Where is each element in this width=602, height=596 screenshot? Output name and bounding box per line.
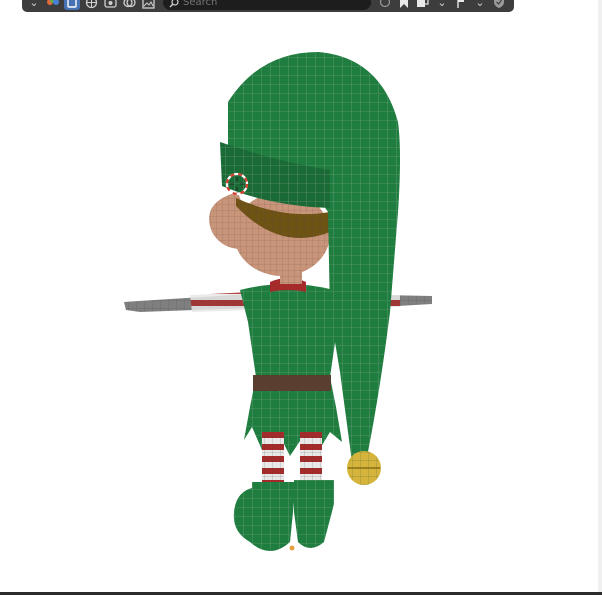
overlay-icon[interactable] <box>121 0 137 10</box>
render-icon[interactable] <box>102 0 118 10</box>
search-icon <box>169 0 179 12</box>
image-icon[interactable] <box>140 0 156 10</box>
bookmark-icon[interactable] <box>396 0 412 10</box>
3d-viewport[interactable] <box>0 12 602 592</box>
collection-icon[interactable] <box>415 0 431 10</box>
chevron-down-icon[interactable]: ⌄ <box>26 0 42 10</box>
clipboard-icon[interactable] <box>64 0 80 10</box>
globe-icon[interactable] <box>83 0 99 10</box>
shield-icon[interactable] <box>491 0 507 10</box>
viewport-header: ⌄ ⌄ ⌄ <box>22 0 514 12</box>
bell-icon <box>347 451 381 485</box>
viewport-edge <box>598 0 602 592</box>
circle-icon[interactable] <box>377 0 393 10</box>
chevron-down-icon[interactable]: ⌄ <box>472 0 488 10</box>
chevron-down-icon[interactable]: ⌄ <box>434 0 450 10</box>
color-palette-icon[interactable] <box>45 0 61 10</box>
flag-icon[interactable] <box>453 0 469 10</box>
elf-model[interactable] <box>0 12 602 592</box>
search-input[interactable] <box>179 0 363 8</box>
search-field[interactable] <box>163 0 371 10</box>
elf-boots <box>233 480 334 551</box>
elf-tunic <box>240 278 342 456</box>
